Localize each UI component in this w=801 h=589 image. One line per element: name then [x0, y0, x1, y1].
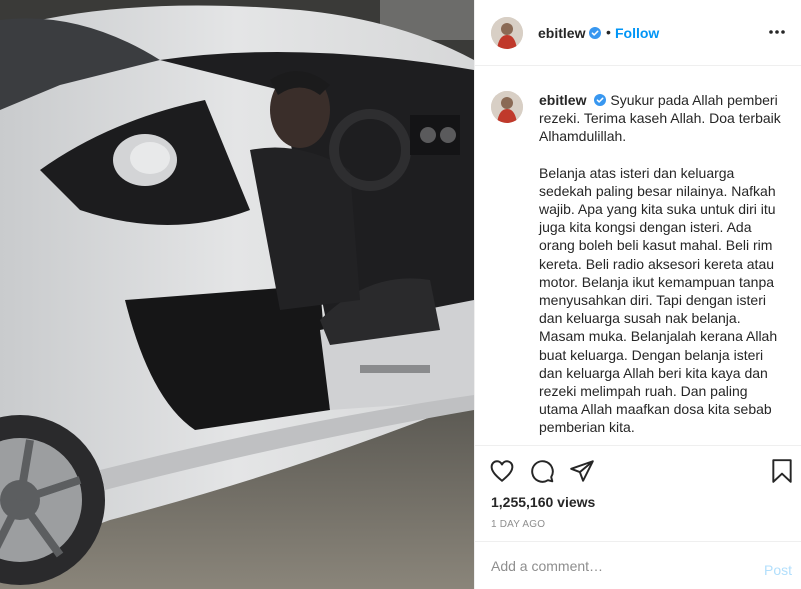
- avatar[interactable]: [491, 17, 523, 49]
- username-link[interactable]: ebitlew: [538, 25, 585, 41]
- caption-username-link[interactable]: ebitlew: [539, 92, 586, 108]
- caption-avatar[interactable]: [491, 91, 523, 123]
- avatar-image: [491, 91, 523, 123]
- verified-badge-icon: [594, 94, 607, 106]
- follow-button[interactable]: Follow: [615, 25, 659, 41]
- comment-icon[interactable]: [529, 458, 555, 484]
- separator-dot: •: [606, 24, 611, 40]
- post-timestamp[interactable]: 1 DAY AGO: [491, 519, 545, 530]
- caption-text-line2: Belanja atas isteri dan keluarga sedekah…: [539, 164, 778, 436]
- view-count[interactable]: 1,255,160 views: [491, 494, 595, 510]
- post-caption: ebitlew Syukur pada Allah pemberi rezeki…: [539, 91, 789, 437]
- action-bar: [475, 445, 801, 491]
- bookmark-icon[interactable]: [769, 458, 795, 484]
- comment-bar: Post: [475, 541, 801, 589]
- post-details-panel: ebitlew • Follow ebitlew Syukur pada All…: [474, 0, 801, 589]
- heart-icon[interactable]: [489, 458, 515, 484]
- more-options-icon[interactable]: [767, 22, 787, 42]
- avatar-image: [491, 17, 523, 49]
- comment-input[interactable]: [491, 554, 741, 578]
- video-frame: [0, 0, 474, 589]
- share-icon[interactable]: [569, 458, 595, 484]
- verified-badge-icon: [589, 27, 601, 39]
- post-comment-button[interactable]: Post: [764, 562, 792, 578]
- post-header: ebitlew • Follow: [475, 0, 801, 66]
- post-video[interactable]: [0, 0, 474, 589]
